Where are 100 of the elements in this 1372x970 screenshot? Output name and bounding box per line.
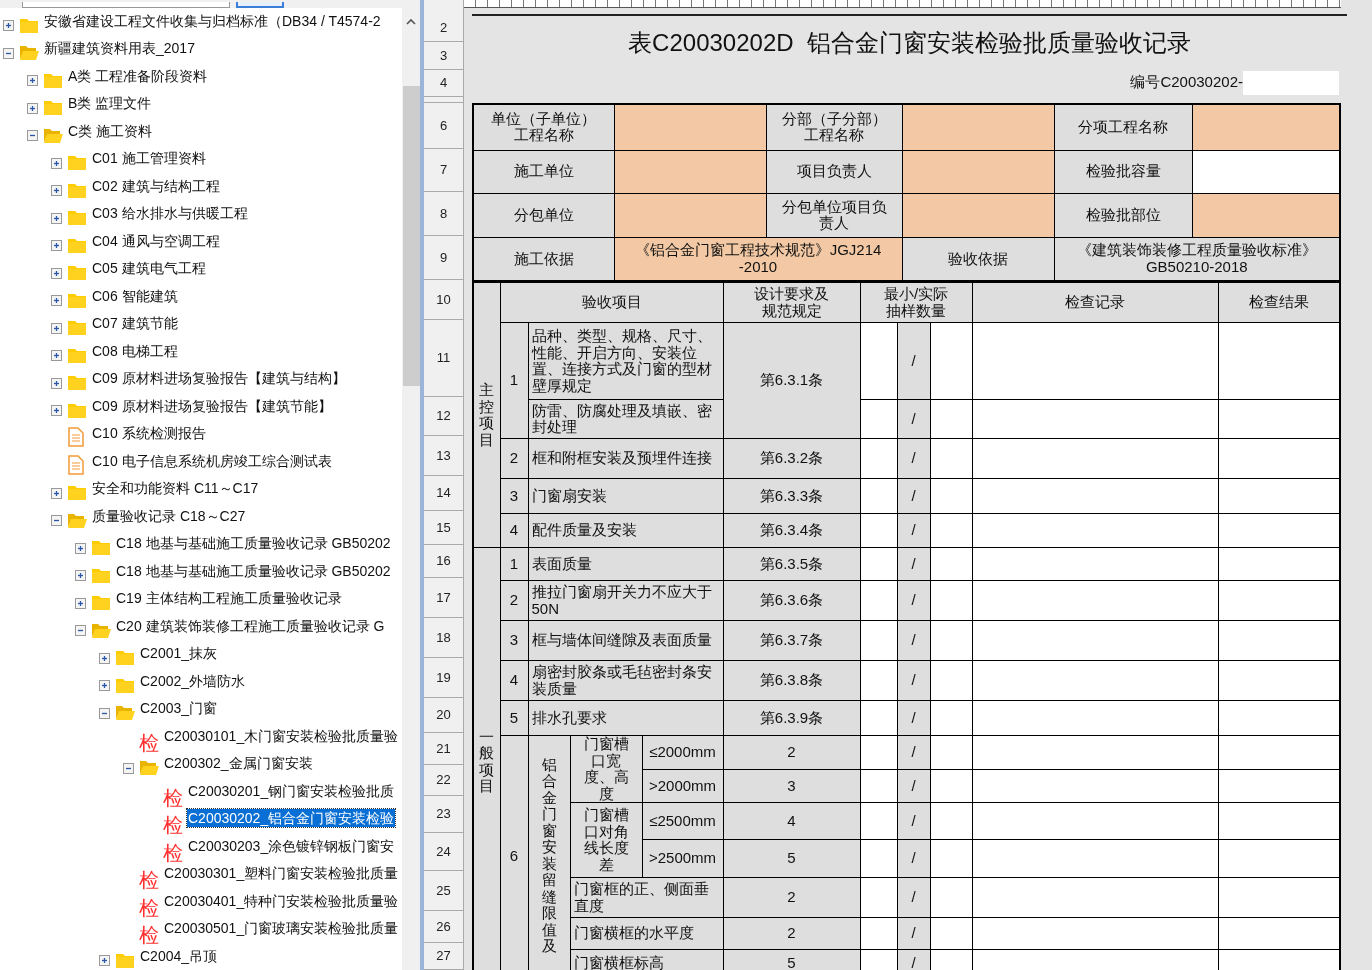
tree-item[interactable]: C19 主体结构工程施工质量验收记录 [115,589,343,608]
plus-icon [51,212,62,224]
tree-item[interactable]: C10 系统检测报告 [91,424,207,443]
document-icon [67,427,85,448]
row-number: 4 [424,70,464,97]
tree-item[interactable]: C06 智能建筑 [91,286,179,305]
scrollbar-thumb[interactable] [402,86,420,386]
tree-item[interactable]: 安全和功能资料 C11～C17 [91,479,260,498]
tree-item[interactable]: C2001_抹灰 [139,644,219,663]
expand-toggle[interactable] [51,350,62,362]
tree-item[interactable]: C03 给水排水与供暖工程 [91,204,249,223]
expand-toggle[interactable] [75,597,86,609]
tree-item[interactable]: C09 原材料进场复验报告【建筑与结构】 [91,369,347,388]
expand-toggle[interactable] [51,212,62,224]
scrollbar[interactable] [402,8,420,970]
tree-item[interactable]: C18 地基与基础施工质量验收记录 GB50202 [115,534,392,553]
tree-item[interactable]: C2003_门窗 [139,699,219,718]
table-cell: ≤2000mm [642,735,723,770]
expand-toggle[interactable] [51,185,62,197]
tree-item[interactable]: C20030202_铝合金门窗安装检验 [187,809,396,828]
plus-icon [51,350,62,362]
expand-toggle[interactable] [75,542,86,554]
expand-toggle[interactable] [51,267,62,279]
tree-item[interactable]: C02 建筑与结构工程 [91,176,221,195]
tree-item[interactable]: C200302_金属门窗安装 [163,754,314,773]
table-cell: 6 [500,735,528,970]
tree-item[interactable]: 安徽省建设工程文件收集与归档标准（DB34 / T4574-2 [43,11,382,30]
tree-item[interactable]: 质量验收记录 C18～C27 [91,506,247,525]
tree-item[interactable]: C08 电梯工程 [91,341,179,360]
expand-toggle[interactable] [99,652,110,664]
table-cell: 主控项目 [473,282,500,548]
tree-item[interactable]: C20 建筑装饰装修工程施工质量验收记录 G [115,616,386,635]
expand-toggle[interactable] [75,570,86,582]
expand-toggle[interactable] [51,322,62,334]
expand-toggle[interactable] [51,295,62,307]
expand-toggle[interactable] [51,240,62,252]
expand-toggle[interactable] [51,377,62,389]
minus-icon [99,707,110,719]
expand-toggle[interactable] [3,20,14,32]
table-cell: >2000mm [642,769,723,803]
action-button[interactable] [236,2,284,8]
tree-item[interactable]: 新疆建筑资料用表_2017 [43,39,196,58]
row-number: 12 [424,397,464,436]
tree-item[interactable]: B类 监理文件 [67,94,153,113]
table-cell: 品种、类型、规格、尺寸、性能、开启方向、安装位置、连接方式及门窗的型材壁厚规定 [528,322,723,400]
tree-item[interactable]: C18 地基与基础施工质量验收记录 GB50202 [115,561,392,580]
tree-item[interactable]: C05 建筑电气工程 [91,259,207,278]
expand-toggle[interactable] [51,487,62,499]
tree-item[interactable]: C01 施工管理资料 [91,149,207,168]
table-cell: 门窗槽口宽度、高度 [570,735,642,803]
row-number: 7 [424,149,464,192]
tree-item[interactable]: C07 建筑节能 [91,314,179,333]
collapse-toggle[interactable] [27,130,38,142]
plus-icon [51,487,62,499]
collapse-toggle[interactable] [51,515,62,527]
tree-item[interactable]: C2004_吊顶 [139,946,219,965]
tree-item[interactable]: C20030501_门窗玻璃安装检验批质量 [163,919,400,938]
plus-icon [27,75,38,87]
tree-item[interactable]: C20030301_塑料门窗安装检验批质量 [163,864,400,883]
plus-icon [75,570,86,582]
minus-icon [3,47,14,59]
text-field[interactable] [22,2,230,8]
table-cell: 验收项目 [500,282,723,323]
tree-item[interactable]: A类 工程准备阶段资料 [67,66,209,85]
expand-toggle[interactable] [99,680,110,692]
collapse-toggle[interactable] [3,47,14,59]
folder-icon [67,263,87,282]
collapse-toggle[interactable] [99,707,110,719]
row-number: 26 [424,911,464,943]
table-cell: 第6.3.6条 [723,580,860,621]
plus-icon [51,267,62,279]
table-cell: 一般项目 [473,547,500,970]
minus-icon [51,515,62,527]
number-field[interactable] [1243,70,1339,95]
table-cell: >2500mm [642,839,723,878]
table-cell: 施工单位 [473,150,614,193]
collapse-toggle[interactable] [75,625,86,637]
collapse-toggle[interactable] [123,762,134,774]
table-cell: / [897,322,930,400]
tree-item[interactable]: C09 原材料进场复验报告【建筑节能】 [91,396,333,415]
plus-icon [99,652,110,664]
expand-toggle[interactable] [27,102,38,114]
tree-item[interactable]: C10 电子信息系统机房竣工综合测试表 [91,451,333,470]
tree-item[interactable]: C04 通风与空调工程 [91,231,221,250]
tree-item[interactable]: C20030101_木门窗安装检验批质量验 [163,726,400,745]
table-cell: 检查记录 [972,282,1218,323]
inspection-label: 检 [163,842,183,863]
plus-icon [99,955,110,967]
tree-item[interactable]: C类 施工资料 [67,121,153,140]
folder-icon [115,648,135,667]
tree-item[interactable]: C2002_外墙防水 [139,671,247,690]
expand-toggle[interactable] [51,157,62,169]
open-folder-icon [19,43,39,62]
expand-toggle[interactable] [27,75,38,87]
expand-toggle[interactable] [99,955,110,967]
folder-icon [67,318,87,337]
tree-item[interactable]: C20030401_特种门安装检验批质量验 [163,891,400,910]
tree-item[interactable]: C20030203_涂色镀锌钢板门窗安 [187,836,396,855]
tree-item[interactable]: C20030201_钢门窗安装检验批质 [187,781,396,800]
expand-toggle[interactable] [51,405,62,417]
